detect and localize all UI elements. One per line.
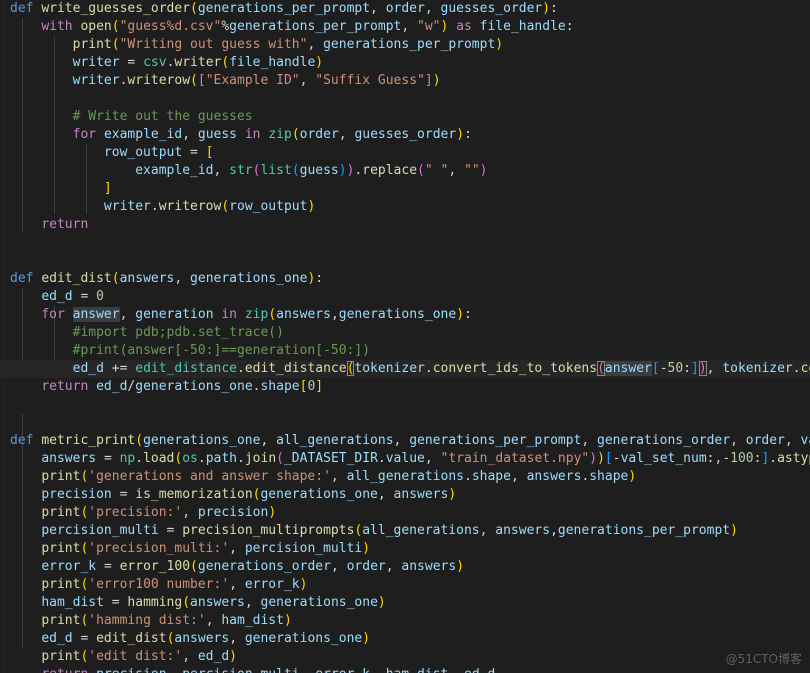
code-surface[interactable]: def write_guesses_order(generations_per_… <box>0 0 810 673</box>
code-line[interactable]: return ed_d/generations_one.shape[0] <box>0 378 810 396</box>
token-function-name: write_guesses_order <box>41 1 191 16</box>
code-line[interactable]: row_output = [ <box>0 144 810 162</box>
code-line[interactable]: return precision, percision_multi, error… <box>0 666 810 673</box>
code-line[interactable]: ] <box>0 180 810 198</box>
code-line[interactable]: #import pdb;pdb.set_trace() <box>0 324 810 342</box>
code-line-blank[interactable] <box>0 252 810 270</box>
code-line[interactable]: for answer, generation in zip(answers,ge… <box>0 306 810 324</box>
code-line[interactable]: def write_guesses_order(generations_per_… <box>0 0 810 18</box>
code-line[interactable]: ed_d = edit_dist(answers, generations_on… <box>0 630 810 648</box>
code-line[interactable]: return <box>0 216 810 234</box>
code-editor[interactable]: def write_guesses_order(generations_per_… <box>0 0 810 673</box>
code-line[interactable]: #print(answer[-50:]==generation[-50:]) <box>0 342 810 360</box>
code-line[interactable]: example_id, str(list(guess)).replace(" "… <box>0 162 810 180</box>
code-line[interactable]: ed_d = 0 <box>0 288 810 306</box>
code-line-blank[interactable] <box>0 396 810 414</box>
code-line[interactable]: error_k = error_100(generations_order, o… <box>0 558 810 576</box>
code-line[interactable]: print('hamming dist:', ham_dist) <box>0 612 810 630</box>
code-line-blank[interactable] <box>0 414 810 432</box>
code-line[interactable]: # Write out the guesses <box>0 108 810 126</box>
token-keyword: def <box>10 1 34 16</box>
code-line[interactable]: with open("guess%d.csv"%generations_per_… <box>0 18 810 36</box>
code-line[interactable]: answers = np.load(os.path.join(_DATASET_… <box>0 450 810 468</box>
code-line[interactable]: writer.writerow(row_output) <box>0 198 810 216</box>
code-line[interactable]: print('error100 number:', error_k) <box>0 576 810 594</box>
code-line[interactable]: percision_multi = precision_multiprompts… <box>0 522 810 540</box>
code-line[interactable]: writer = csv.writer(file_handle) <box>0 54 810 72</box>
code-line[interactable]: precision = is_memorization(generations_… <box>0 486 810 504</box>
code-line[interactable]: print("Writing out guess with", generati… <box>0 36 810 54</box>
code-line[interactable]: writer.writerow(["Example ID", "Suffix G… <box>0 72 810 90</box>
code-line[interactable]: ham_dist = hamming(answers, generations_… <box>0 594 810 612</box>
code-line[interactable]: print('precision:', precision) <box>0 504 810 522</box>
code-line[interactable]: print('generations and answer shape:', a… <box>0 468 810 486</box>
code-line-blank[interactable] <box>0 234 810 252</box>
code-line[interactable]: for example_id, guess in zip(order, gues… <box>0 126 810 144</box>
code-line-current[interactable]: ed_d += edit_distance.edit_distance(toke… <box>0 360 810 378</box>
code-line[interactable]: print('precision_multi:', percision_mult… <box>0 540 810 558</box>
code-line-blank[interactable] <box>0 90 810 108</box>
selected-word[interactable]: answer <box>72 307 120 322</box>
code-line[interactable]: def edit_dist(answers, generations_one): <box>0 270 810 288</box>
code-line[interactable]: print('edit dist:', ed_d) <box>0 648 810 666</box>
code-line[interactable]: def metric_print(generations_one, all_ge… <box>0 432 810 450</box>
